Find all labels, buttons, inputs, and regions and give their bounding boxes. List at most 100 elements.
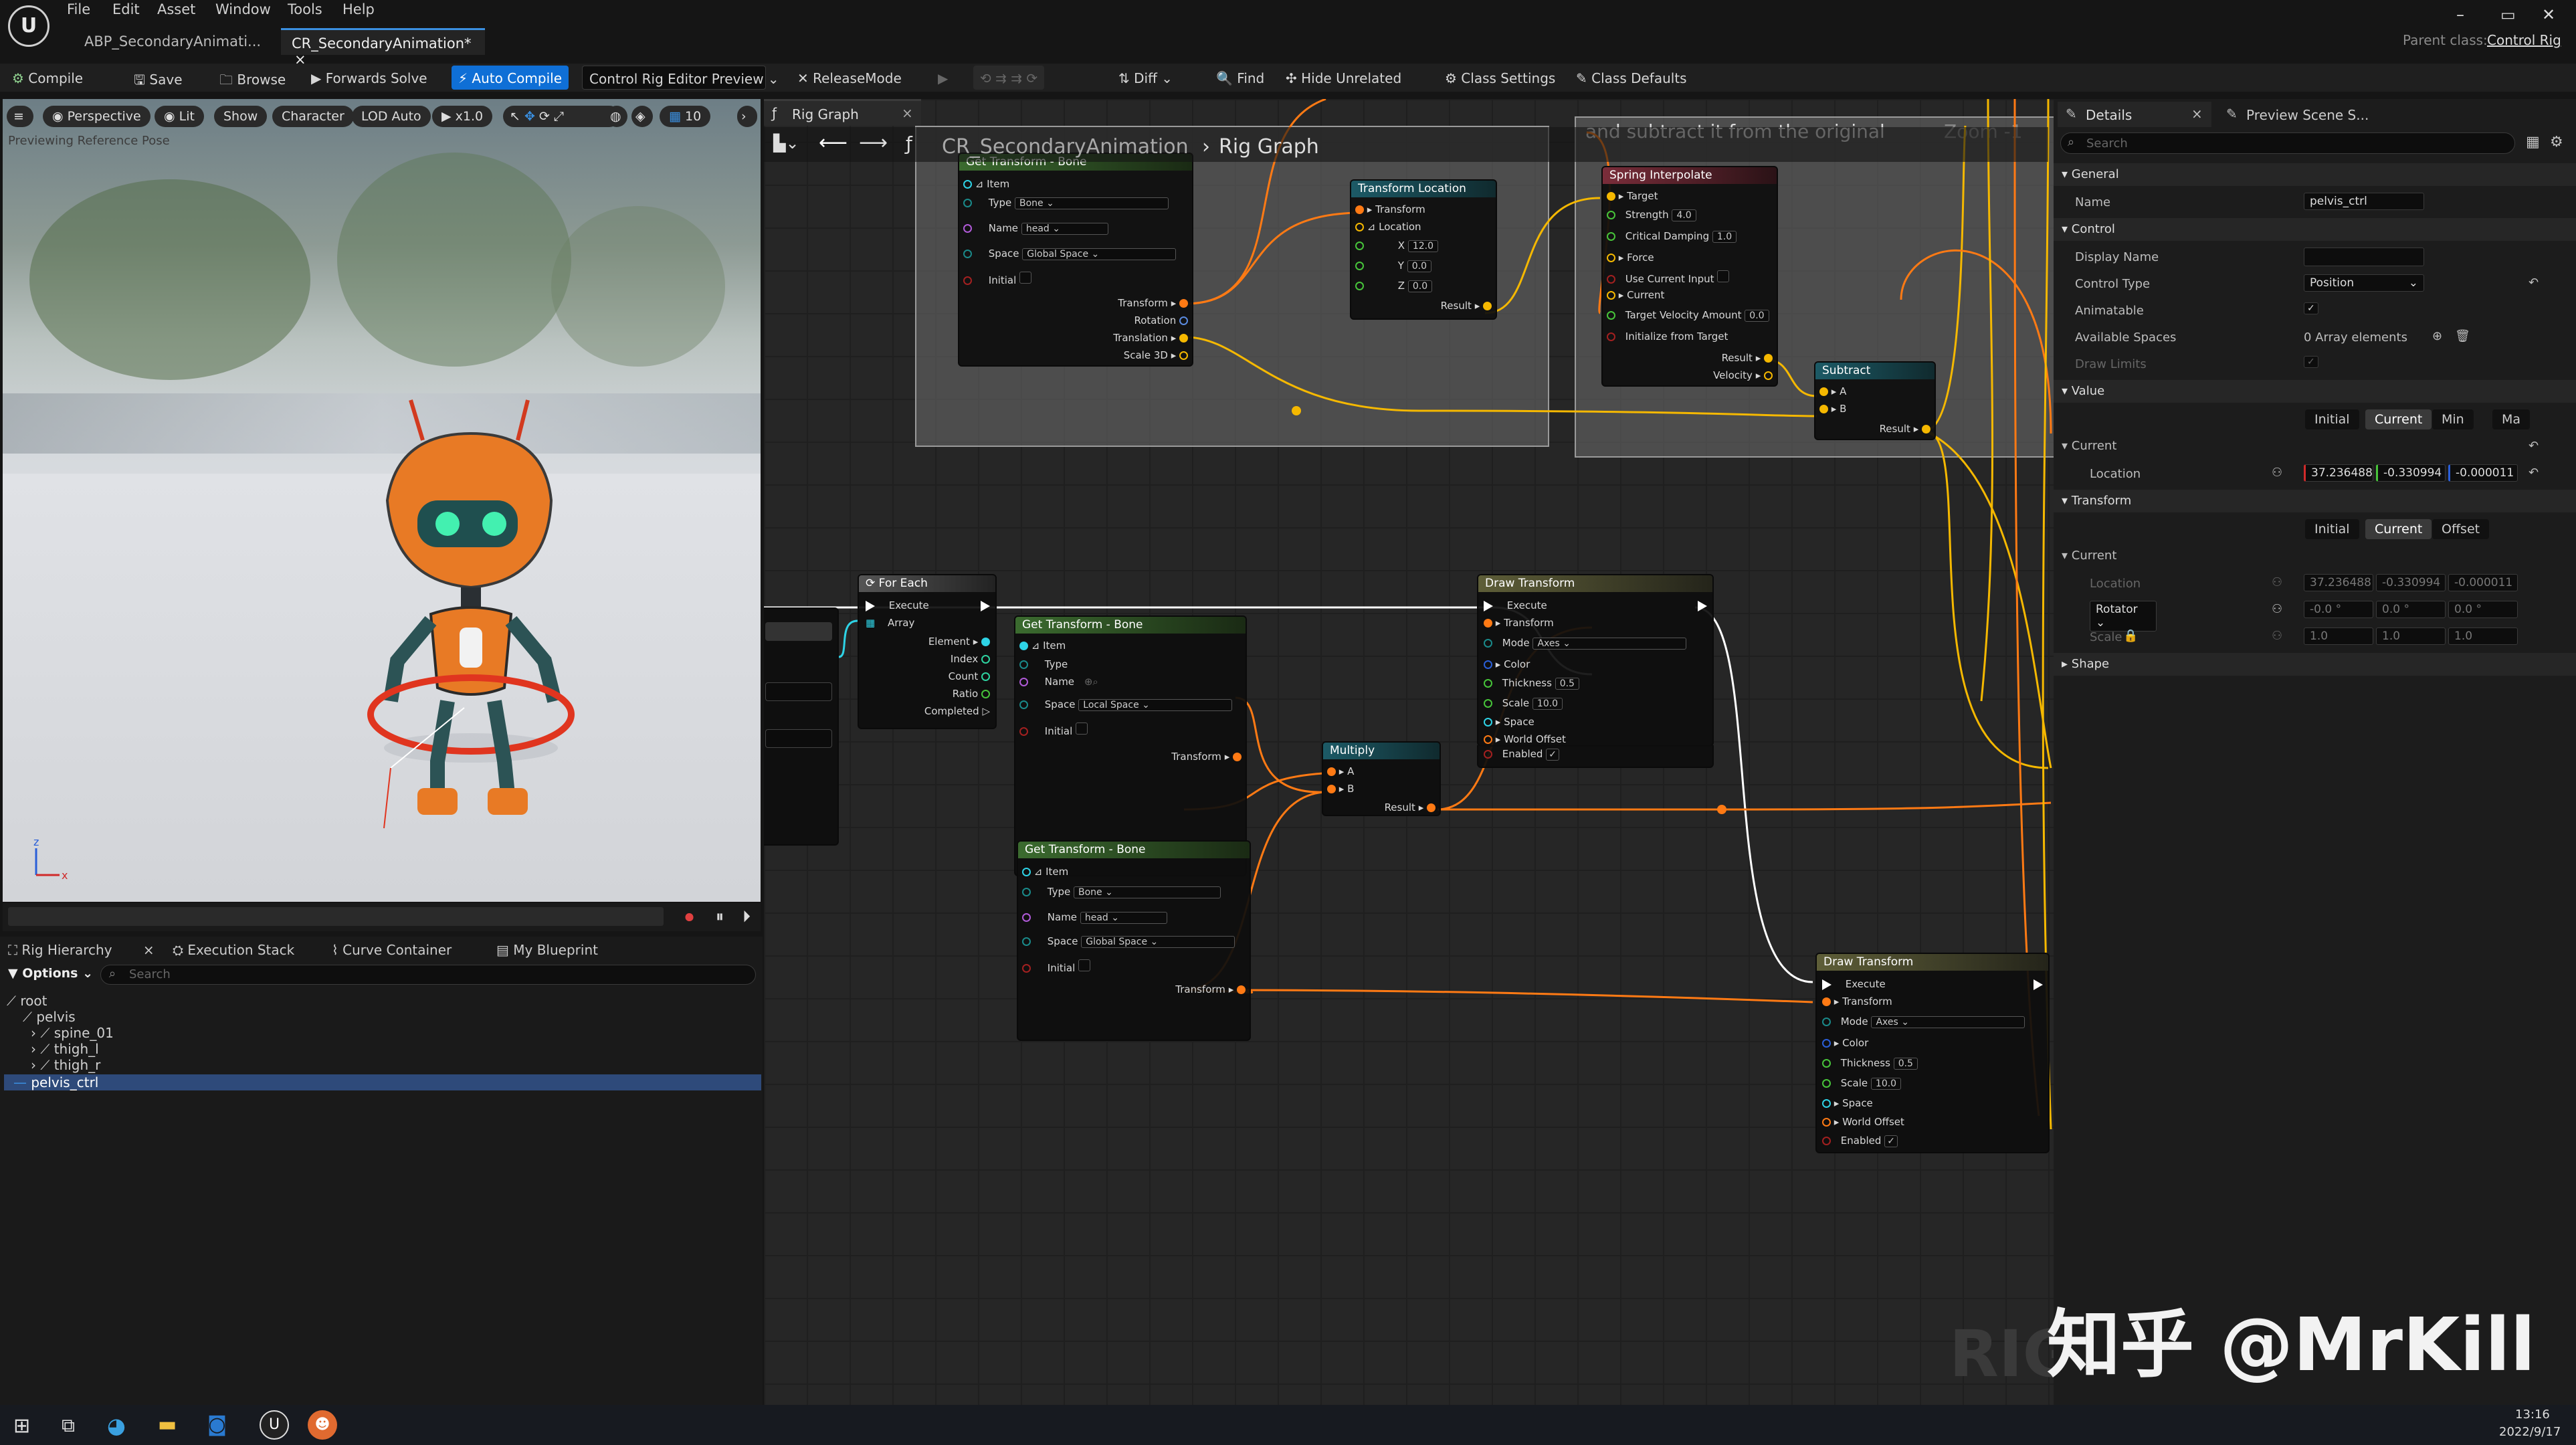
node-subtract[interactable]: Subtract ▸ A ▸ B Result ▸ [1814, 361, 1936, 440]
initial-checkbox[interactable] [1076, 722, 1088, 735]
pin-a[interactable]: ▸ A [1327, 765, 1354, 780]
tva-field[interactable]: 0.0 [1745, 310, 1769, 322]
rotator-x-field[interactable]: -0.0 ° [2304, 601, 2373, 618]
pin-array[interactable]: ▦ Array [866, 617, 914, 632]
search-icon[interactable]: ⊕⌕ [1084, 676, 1098, 688]
hierarchy-search-input[interactable]: ⌕ Search [100, 965, 756, 985]
initial-checkbox[interactable] [1019, 272, 1032, 284]
pin-initial[interactable]: Initial [1019, 722, 1088, 737]
release-mode-button[interactable]: ✕ ReleaseMode [791, 66, 908, 90]
scale-field[interactable]: 10.0 [1532, 698, 1563, 710]
timeline-scrubber[interactable] [8, 907, 664, 926]
node-spring-interpolate[interactable]: Spring Interpolate ▸ Target Strength 4.0… [1601, 166, 1778, 387]
pin-name[interactable]: Name head ⌄ [1022, 911, 1167, 926]
enabled-checkbox[interactable]: ✓ [1546, 749, 1559, 761]
node-get-transform-bottom[interactable]: Get Transform - Bone ⊿ Item Type Bone ⌄ … [1017, 840, 1251, 1041]
tab-rig-graph[interactable]: ƒ Rig Graph × [764, 99, 921, 126]
pin-result-out[interactable]: Result ▸ [1441, 300, 1492, 314]
show-button[interactable]: Show [214, 106, 268, 127]
save-button[interactable]: 🖫 Save [127, 66, 189, 90]
hide-unrelated-button[interactable]: ✣ Hide Unrelated [1279, 66, 1408, 90]
pin-transform-out[interactable]: Transform ▸ [1118, 297, 1188, 312]
diff-button[interactable]: ⇅ Diff ⌄ [1112, 66, 1179, 90]
pin-thickness[interactable]: Thickness 0.5 [1822, 1057, 1918, 1072]
pin-name[interactable]: Name ⊕⌕ [1019, 676, 1098, 690]
pin-translation-out[interactable]: Translation ▸ [1113, 332, 1188, 347]
value-tab-current[interactable]: Current [2365, 409, 2432, 429]
thickness-field[interactable]: 0.5 [1893, 1058, 1918, 1070]
x-field[interactable]: 12.0 [1407, 240, 1439, 252]
pin-scale[interactable]: Scale 10.0 [1822, 1077, 1902, 1092]
section-value[interactable]: ▾ Value [2054, 380, 2576, 403]
name-field[interactable]: head ⌄ [1080, 912, 1167, 924]
pin-execute[interactable]: Execute [1822, 978, 1886, 993]
preview-dropdown[interactable]: Control Rig Editor Preview ⌄ [582, 66, 779, 90]
tab-preview-scene[interactable]: ✎ Preview Scene S... [2218, 102, 2379, 127]
pin-force[interactable]: ▸ Force [1607, 252, 1654, 266]
pin-ratio-out[interactable]: Ratio [953, 688, 990, 702]
compile-button[interactable]: ⚙ Compile [5, 66, 90, 90]
strength-field[interactable]: 4.0 [1672, 209, 1696, 221]
viewport-menu-button[interactable]: ≡ [7, 106, 33, 127]
lock-icon[interactable]: 🔒 [2123, 629, 2138, 643]
preview-viewport[interactable]: ≡ ◉ Perspective ◉ Lit Show Character LOD… [3, 99, 761, 902]
close-icon[interactable]: × [902, 105, 913, 121]
mode-dropdown[interactable]: Axes ⌄ [1871, 1016, 2025, 1028]
tree-item-root[interactable]: ⟋ root [0, 993, 757, 1009]
scale-field[interactable]: 10.0 [1870, 1078, 1902, 1090]
node-draw-transform-2[interactable]: Draw Transform Execute ▸ Transform Mode … [1815, 953, 2050, 1153]
tab-cr-secondary[interactable]: CR_SecondaryAnimation* × [281, 28, 485, 68]
pin-init-from-target[interactable]: Initialize from Target [1607, 330, 1728, 345]
edge-browser-icon[interactable]: ◕ [107, 1413, 126, 1438]
unreal-logo-icon[interactable]: U [8, 5, 49, 47]
pin-result-out[interactable]: Result ▸ [1385, 801, 1435, 816]
tab-execution-stack[interactable]: ⛭ Execution Stack [173, 942, 294, 958]
node-get-transform-top[interactable]: Get Transform - Bone ⊿ Item Type Bone ⌄ … [958, 153, 1193, 367]
transform-tab-initial[interactable]: Initial [2305, 519, 2359, 539]
location-z-field[interactable]: -0.000011 [2448, 464, 2518, 482]
name-field[interactable]: head ⌄ [1021, 223, 1108, 235]
browse-button[interactable]: 🗀 Browse [213, 66, 292, 90]
node-draw-transform-1[interactable]: Draw Transform Execute ▸ Transform Mode … [1477, 574, 1714, 747]
pin-thickness[interactable]: Thickness 0.5 [1484, 677, 1579, 692]
rotator-y-field[interactable]: 0.0 ° [2376, 601, 2446, 618]
pin-a[interactable]: ▸ A [1819, 385, 1846, 400]
options-dropdown[interactable]: ▼ Options ⌄ [8, 966, 93, 981]
pin-name[interactable]: Name head ⌄ [963, 222, 1108, 237]
viewport-options-icon[interactable]: › [737, 106, 757, 127]
surface-snap-icon[interactable]: ◈ [631, 106, 653, 127]
animatable-checkbox[interactable]: ✓ [2304, 302, 2318, 314]
value-tab-min[interactable]: Min [2432, 409, 2474, 429]
pin-mode[interactable]: Mode Axes ⌄ [1822, 1016, 2025, 1030]
space-dropdown[interactable]: Global Space ⌄ [1022, 248, 1177, 260]
z-field[interactable]: 0.0 [1407, 280, 1433, 292]
scale-x-field[interactable]: 1.0 [2304, 628, 2373, 645]
pin-space[interactable]: Space Local Space ⌄ [1019, 698, 1233, 713]
expand-arrow-icon[interactable]: › [31, 1025, 36, 1041]
pin-strength[interactable]: Strength 4.0 [1607, 209, 1696, 223]
tree-item-spine-01[interactable]: › ⟋ spine_01 [0, 1025, 757, 1041]
gear-icon[interactable]: ⚙ [2550, 134, 2563, 151]
pin-target-velocity-amount[interactable]: Target Velocity Amount 0.0 [1607, 309, 1769, 324]
control-type-dropdown[interactable]: Position ⌄ [2304, 274, 2424, 292]
scale-y-field[interactable]: 1.0 [2376, 628, 2446, 645]
pin-critical-damping[interactable]: Critical Damping 1.0 [1607, 230, 1737, 245]
space-dropdown[interactable]: Global Space ⌄ [1081, 936, 1235, 948]
menu-window[interactable]: Window [215, 1, 271, 17]
tree-item-thigh-l[interactable]: › ⟋ thigh_l [0, 1041, 757, 1057]
node-multiply[interactable]: Multiply ▸ A ▸ B Result ▸ [1322, 741, 1441, 816]
pin-use-current-input[interactable]: Use Current Input [1607, 270, 1730, 285]
pin-initial[interactable]: Initial [963, 272, 1032, 286]
details-search-input[interactable]: ⌕ Search [2060, 132, 2515, 154]
pin-world-offset[interactable]: ▸ World Offset [1822, 1116, 1904, 1131]
pin-color[interactable]: ▸ Color [1822, 1037, 1868, 1052]
node-transform-location[interactable]: Transform Location ▸ Transform ⊿ Locatio… [1350, 179, 1497, 320]
pin-execute-out[interactable] [2034, 978, 2043, 993]
transform-location-y-field[interactable]: -0.330994 [2376, 574, 2446, 591]
grid-snap-button[interactable]: ▦ 10 [660, 106, 711, 127]
lod-button[interactable]: LOD Auto [352, 106, 431, 127]
pin-space[interactable]: Space Global Space ⌄ [1022, 935, 1235, 950]
pin-transform-out[interactable]: Transform ▸ [1175, 983, 1246, 998]
value-tab-max[interactable]: Ma [2492, 409, 2531, 429]
location-y-field[interactable]: -0.330994 [2376, 464, 2446, 482]
